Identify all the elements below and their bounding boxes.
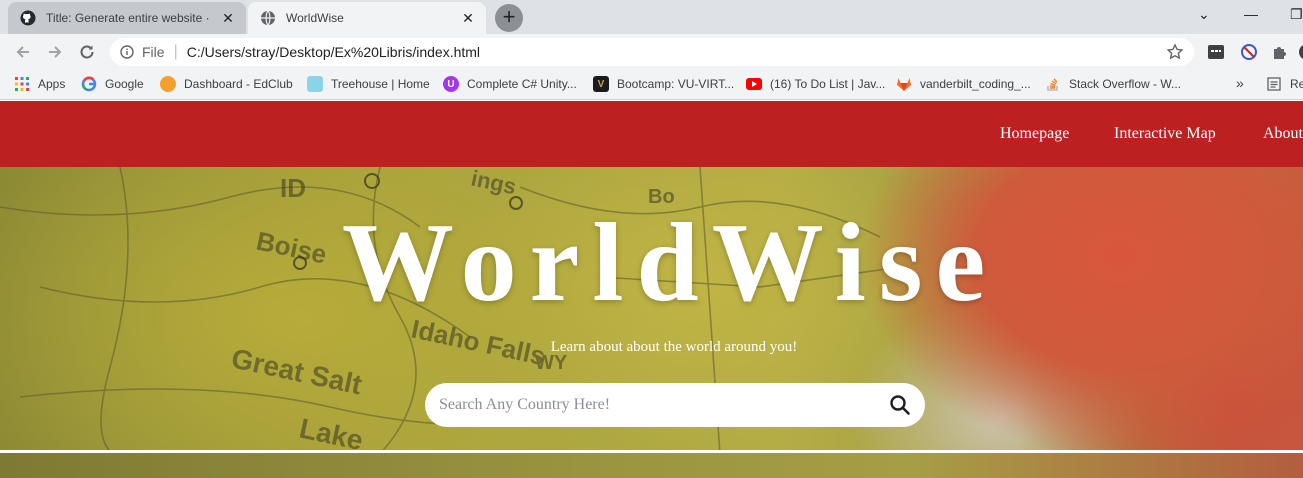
nav-link-interactive-map[interactable]: Interactive Map xyxy=(1114,125,1216,143)
bookmark-star-icon[interactable] xyxy=(1166,43,1184,66)
forward-icon[interactable] xyxy=(44,41,66,63)
url-text[interactable]: C:/Users/stray/Desktop/Ex%20Libris/index… xyxy=(187,44,480,60)
bookmark-bootcamp[interactable]: V Bootcamp: VU-VIRT... xyxy=(593,76,734,92)
browser-toolbar: File | C:/Users/stray/Desktop/Ex%20Libri… xyxy=(0,34,1303,70)
tab-title: Title: Generate entire website · Is xyxy=(46,11,214,25)
github-icon xyxy=(20,10,36,26)
map-background-continued xyxy=(0,453,1303,478)
site-title: WorldWise xyxy=(341,201,999,325)
bookmark-label: Google xyxy=(105,77,144,91)
bookmark-stackoverflow[interactable]: Stack Overflow - W... xyxy=(1045,76,1181,92)
tab-title: WorldWise xyxy=(286,11,344,25)
treehouse-icon xyxy=(307,76,323,92)
url-separator: | xyxy=(173,43,178,60)
nav-link-homepage[interactable]: Homepage xyxy=(1000,125,1069,143)
info-icon[interactable] xyxy=(120,45,134,59)
map-label: ings xyxy=(469,167,518,199)
map-label: Lake xyxy=(297,413,366,454)
profile-icon[interactable] xyxy=(1298,43,1303,61)
puzzle-extensions-icon[interactable] xyxy=(1271,43,1289,61)
web-page: Homepage Interactive Map About ID Boise … xyxy=(0,101,1303,478)
bookmark-label: vanderbilt_coding_... xyxy=(920,77,1031,91)
url-scheme: File xyxy=(142,44,165,60)
new-tab-button[interactable]: + xyxy=(495,4,523,32)
bookmark-label: Dashboard - EdClub xyxy=(184,77,293,91)
bookmark-label: Complete C# Unity... xyxy=(467,77,577,91)
map-label: ID xyxy=(280,173,306,203)
bookmark-youtube[interactable]: (16) To Do List | Jav... xyxy=(746,76,885,92)
gitlab-icon xyxy=(896,76,912,92)
back-icon[interactable] xyxy=(12,41,34,63)
bookmark-label: Apps xyxy=(38,77,66,91)
tab-search-icon[interactable]: ⌄ xyxy=(1198,6,1210,23)
reload-icon[interactable] xyxy=(76,41,98,63)
apps-grid-icon xyxy=(14,76,30,92)
country-search-input[interactable] xyxy=(439,396,859,414)
google-icon xyxy=(81,76,97,92)
reading-list-label: Re xyxy=(1290,77,1303,91)
country-search-bar xyxy=(425,383,925,427)
site-tagline: Learn about about the world around you! xyxy=(550,339,798,355)
tab-github-issue[interactable]: Title: Generate entire website · Is ✕ xyxy=(8,2,246,34)
edclub-icon xyxy=(160,76,176,92)
extension-icon[interactable] xyxy=(1207,43,1225,61)
tab-worldwise[interactable]: WorldWise ✕ xyxy=(248,2,486,34)
bookmark-label: (16) To Do List | Jav... xyxy=(770,77,886,91)
youtube-icon xyxy=(746,76,762,92)
site-navbar: Homepage Interactive Map About xyxy=(0,101,1303,167)
tab-strip: Title: Generate entire website · Is ✕ Wo… xyxy=(0,0,1303,34)
bookmark-google[interactable]: Google xyxy=(81,76,144,92)
bookmark-label: Stack Overflow - W... xyxy=(1069,77,1182,91)
bookmarks-overflow-button[interactable]: » xyxy=(1236,75,1244,91)
bookmark-udemy[interactable]: U Complete C# Unity... xyxy=(443,76,577,92)
restore-button[interactable]: ❐ xyxy=(1290,6,1303,23)
bookmark-gitlab[interactable]: vanderbilt_coding_... xyxy=(896,76,1031,92)
nav-link-about[interactable]: About xyxy=(1263,125,1303,143)
close-icon[interactable]: ✕ xyxy=(220,10,236,26)
bookmark-label: Treehouse | Home xyxy=(331,77,430,91)
udemy-icon: U xyxy=(443,76,459,92)
close-icon[interactable]: ✕ xyxy=(460,10,476,26)
vanderbilt-icon: V xyxy=(593,76,609,92)
address-bar[interactable]: File | C:/Users/stray/Desktop/Ex%20Libri… xyxy=(110,38,1194,66)
bookmark-label: Bootcamp: VU-VIRT... xyxy=(617,77,735,91)
bookmark-apps[interactable]: Apps xyxy=(14,76,65,92)
minimize-button[interactable]: — xyxy=(1244,6,1258,22)
block-extension-icon[interactable] xyxy=(1240,43,1258,61)
bookmark-treehouse[interactable]: Treehouse | Home xyxy=(307,76,430,92)
reading-list[interactable]: Re xyxy=(1266,76,1303,92)
stackoverflow-icon xyxy=(1045,76,1061,92)
reading-list-icon xyxy=(1266,76,1282,92)
bookmarks-bar: Apps Google Dashboard - EdClub Treehouse… xyxy=(0,70,1303,100)
globe-icon xyxy=(260,10,276,26)
bookmark-edclub[interactable]: Dashboard - EdClub xyxy=(160,76,293,92)
search-icon[interactable] xyxy=(889,394,911,416)
hero-section: ID Boise Idaho Falls Great Salt Lake ing… xyxy=(0,167,1303,454)
